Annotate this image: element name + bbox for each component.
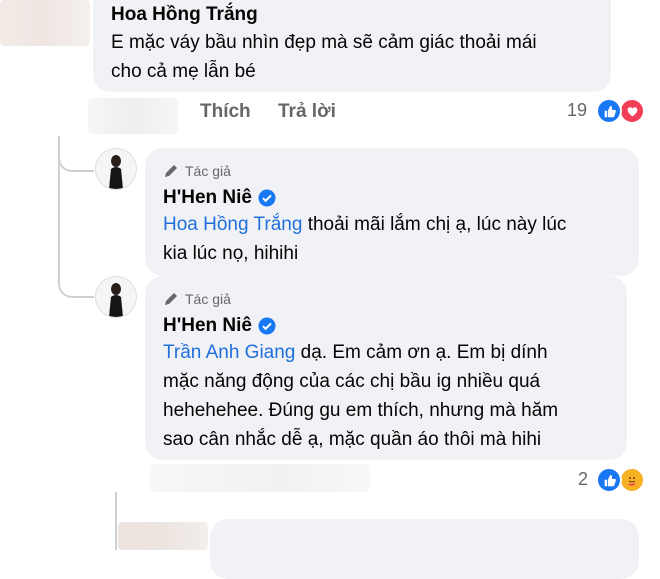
verified-badge-icon: [258, 317, 276, 335]
reply-author[interactable]: H'Hen Niê: [163, 187, 276, 209]
blurred-area-bottom-actions: [150, 464, 370, 492]
reply-text-line: mặc năng động của các chị bầu ig nhiều q…: [163, 371, 541, 392]
reaction-count[interactable]: 2: [578, 469, 588, 490]
like-icon[interactable]: [596, 98, 622, 124]
reply-text-line: kia lúc nọ, hihihi: [163, 243, 299, 264]
like-icon[interactable]: [596, 467, 622, 493]
thread-connector: [58, 136, 94, 172]
author-badge: Tác giả: [163, 291, 231, 307]
comment-author[interactable]: Hoa Hồng Trắng: [111, 4, 258, 26]
comment-text-line: cho cả mẹ lẫn bé: [111, 61, 256, 82]
reply-text: thoải mãi lắm chị ạ, lúc này lúc: [302, 214, 567, 235]
mention-link[interactable]: Trần Anh Giang: [163, 342, 295, 363]
reply-text: dạ. Em cảm ơn ạ. Em bị dính: [295, 342, 548, 363]
avatar[interactable]: [95, 276, 137, 318]
blurred-avatar-top: [0, 0, 90, 46]
blurred-area-bottom-left: [118, 522, 208, 550]
comment-text-line: E mặc váy bầu nhìn đẹp mà sẽ cảm giác th…: [111, 32, 537, 53]
reply-text-line: Hoa Hồng Trắng thoải mãi lắm chị ạ, lúc …: [163, 210, 566, 239]
like-button[interactable]: Thích: [200, 101, 251, 123]
blurred-area-actions: [88, 98, 178, 134]
pen-icon: [165, 165, 177, 177]
care-icon[interactable]: [619, 467, 645, 493]
verified-badge-icon: [258, 189, 276, 207]
author-badge-label: Tác giả: [185, 291, 231, 307]
reply-text-line: Trần Anh Giang dạ. Em cảm ơn ạ. Em bị dí…: [163, 338, 548, 367]
avatar[interactable]: [95, 148, 137, 190]
reply-text-line: sao cân nhắc dễ ạ, mặc quần áo thôi mà h…: [163, 429, 542, 450]
reply-author-name[interactable]: H'Hen Niê: [163, 315, 252, 337]
love-icon[interactable]: [619, 98, 645, 124]
thread-line: [115, 492, 117, 550]
pen-icon: [165, 293, 177, 305]
reply-author-name[interactable]: H'Hen Niê: [163, 187, 252, 209]
author-badge: Tác giả: [163, 163, 231, 179]
next-reply-bubble: [210, 519, 639, 579]
mention-link[interactable]: Hoa Hồng Trắng: [163, 214, 302, 235]
author-badge-label: Tác giả: [185, 163, 231, 179]
reply-text-line: hehehehee. Đúng gu em thích, nhưng mà hă…: [163, 400, 559, 421]
reply-author[interactable]: H'Hen Niê: [163, 315, 276, 337]
reaction-count[interactable]: 19: [567, 100, 587, 121]
reply-button[interactable]: Trả lời: [278, 101, 336, 123]
thread-connector: [58, 260, 94, 298]
